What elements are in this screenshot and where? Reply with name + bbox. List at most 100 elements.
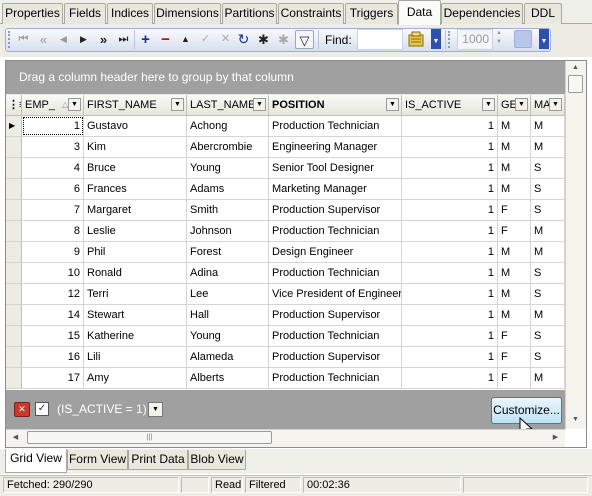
table-row[interactable]: 4 Bruce Young Senior Tool Designer 1 M S — [6, 158, 565, 179]
table-cell[interactable]: Alameda — [187, 347, 269, 367]
table-cell[interactable]: S — [531, 347, 565, 367]
table-row[interactable]: 7 Margaret Smith Production Supervisor 1 F S — [6, 200, 565, 221]
grip-handle[interactable] — [448, 31, 451, 48]
table-cell[interactable]: Design Engineer — [269, 242, 402, 262]
vertical-scrollbar[interactable] — [565, 61, 586, 429]
post-edit-icon[interactable]: ✓ — [196, 30, 215, 49]
table-row[interactable]: 6 Frances Adams Marketing Manager 1 M S — [6, 179, 565, 200]
table-cell[interactable]: 17 — [22, 368, 84, 388]
table-cell[interactable]: Production Technician — [269, 116, 402, 136]
table-cell[interactable]: Frances — [84, 179, 187, 199]
row-indicator[interactable] — [6, 305, 22, 325]
clear-filter-icon[interactable]: ✕ — [14, 402, 30, 417]
find-input[interactable] — [357, 29, 403, 50]
table-cell[interactable]: 1 — [402, 347, 498, 367]
table-cell[interactable]: 4 — [22, 158, 84, 178]
table-cell[interactable]: Production Supervisor — [269, 305, 402, 325]
filter-dropdown-icon[interactable]: ▼ — [253, 98, 266, 111]
bookmark-icon[interactable]: ✱ — [254, 30, 273, 49]
filter-dropdown-icon[interactable]: ▼ — [171, 98, 184, 111]
next-record-icon[interactable]: ▶ — [74, 30, 93, 49]
scroll-left-icon[interactable]: ◀ — [8, 433, 23, 441]
filter-dropdown-icon[interactable]: ▼ — [515, 98, 528, 111]
page-size-spinner[interactable]: ▲ ▼ — [494, 29, 504, 50]
table-cell[interactable]: M — [531, 368, 565, 388]
page-size-input[interactable]: 1000 — [457, 29, 493, 50]
table-cell[interactable]: M — [498, 158, 531, 178]
group-by-panel[interactable]: Drag a column header here to group by th… — [6, 61, 565, 94]
last-record-icon[interactable]: ⏭ — [114, 30, 133, 49]
table-cell[interactable]: Adams — [187, 179, 269, 199]
table-row[interactable]: 14 Stewart Hall Production Supervisor 1 M M — [6, 305, 565, 326]
table-cell[interactable]: M — [498, 137, 531, 157]
table-cell[interactable]: Marketing Manager — [269, 179, 402, 199]
table-cell[interactable]: Production Technician — [269, 368, 402, 388]
filter-dropdown-icon[interactable]: ▼ — [386, 98, 399, 111]
table-cell[interactable]: 12 — [22, 284, 84, 304]
table-cell[interactable]: S — [531, 326, 565, 346]
table-cell[interactable]: M — [498, 242, 531, 262]
table-cell[interactable]: M — [498, 179, 531, 199]
table-row[interactable]: 8 Leslie Johnson Production Technician 1 F M — [6, 221, 565, 242]
tab-grid-view[interactable]: Grid View — [5, 449, 67, 473]
table-cell[interactable]: 7 — [22, 200, 84, 220]
first-record-icon[interactable]: ⏮ — [14, 30, 33, 49]
filter-expression[interactable]: (IS_ACTIVE = 1) — [57, 402, 147, 416]
filter-dropdown-icon[interactable]: ▼ — [482, 98, 495, 111]
table-cell[interactable]: M — [498, 116, 531, 136]
table-cell[interactable]: Adina — [187, 263, 269, 283]
table-cell[interactable]: 1 — [402, 242, 498, 262]
refresh-icon[interactable]: ↻ — [234, 30, 253, 49]
filter-enabled-checkbox[interactable]: ✓ — [35, 402, 49, 416]
table-cell[interactable]: Kim — [84, 137, 187, 157]
table-cell[interactable]: M — [498, 305, 531, 325]
row-indicator[interactable] — [6, 137, 22, 157]
table-cell[interactable]: Margaret — [84, 200, 187, 220]
table-cell[interactable]: 1 — [402, 221, 498, 241]
table-cell[interactable]: M — [531, 116, 565, 136]
column-header-marital[interactable]: MA ▼ — [531, 95, 565, 115]
table-cell[interactable]: F — [498, 200, 531, 220]
table-cell[interactable]: Leslie — [84, 221, 187, 241]
table-cell[interactable]: Vice President of Engineer — [269, 284, 402, 304]
table-cell[interactable]: M — [498, 263, 531, 283]
scroll-up-icon[interactable]: ▲ — [568, 64, 583, 71]
table-cell[interactable]: Production Technician — [269, 263, 402, 283]
row-indicator[interactable] — [6, 263, 22, 283]
filter-history-dropdown[interactable]: ▼ — [148, 402, 163, 417]
tab-partitions[interactable]: Partitions — [222, 3, 277, 24]
table-cell[interactable]: Production Technician — [269, 221, 402, 241]
table-cell[interactable]: 1 — [402, 368, 498, 388]
table-cell[interactable]: Production Supervisor — [269, 347, 402, 367]
table-row[interactable]: 15 Katherine Young Production Technician 1 F S — [6, 326, 565, 347]
find-options-icon[interactable] — [407, 30, 429, 49]
table-cell[interactable]: Smith — [187, 200, 269, 220]
table-cell[interactable]: Young — [187, 326, 269, 346]
filter-dropdown-icon[interactable]: ▼ — [68, 98, 81, 111]
tab-fields[interactable]: Fields — [64, 3, 106, 24]
table-row[interactable]: 12 Terri Lee Vice President of Engineer 1 M S — [6, 284, 565, 305]
column-header-last-name[interactable]: LAST_NAME ▼ — [187, 95, 269, 115]
current-row-indicator-icon[interactable]: ▶ — [6, 116, 22, 136]
table-cell[interactable]: Engineering Manager — [269, 137, 402, 157]
table-cell[interactable]: Senior Tool Designer — [269, 158, 402, 178]
find-dropdown-icon[interactable]: ▼ — [431, 29, 441, 49]
delete-record-icon[interactable]: − — [156, 30, 175, 49]
tab-data[interactable]: Data — [398, 0, 441, 25]
table-row[interactable]: ▶ 1 Gustavo Achong Production Technician 1 M M — [6, 116, 565, 137]
horizontal-scroll-thumb[interactable]: ||| — [27, 431, 272, 444]
edit-record-icon[interactable]: ▲ — [176, 30, 195, 49]
table-cell[interactable]: M — [531, 242, 565, 262]
table-cell[interactable]: 1 — [402, 158, 498, 178]
row-indicator[interactable] — [6, 326, 22, 346]
column-header-position[interactable]: POSITION ▼ — [269, 95, 402, 115]
row-indicator[interactable] — [6, 221, 22, 241]
goto-bookmark-icon[interactable]: ✱ — [274, 30, 293, 49]
tab-properties[interactable]: Properties — [2, 3, 63, 24]
table-cell[interactable]: F — [498, 368, 531, 388]
table-row[interactable]: 10 Ronald Adina Production Technician 1 M S — [6, 263, 565, 284]
prior-record-icon[interactable]: ◀ — [54, 30, 73, 49]
table-cell[interactable]: 1 — [402, 284, 498, 304]
table-row[interactable]: 3 Kim Abercrombie Engineering Manager 1 M M — [6, 137, 565, 158]
scroll-right-icon[interactable]: ▶ — [548, 433, 563, 441]
